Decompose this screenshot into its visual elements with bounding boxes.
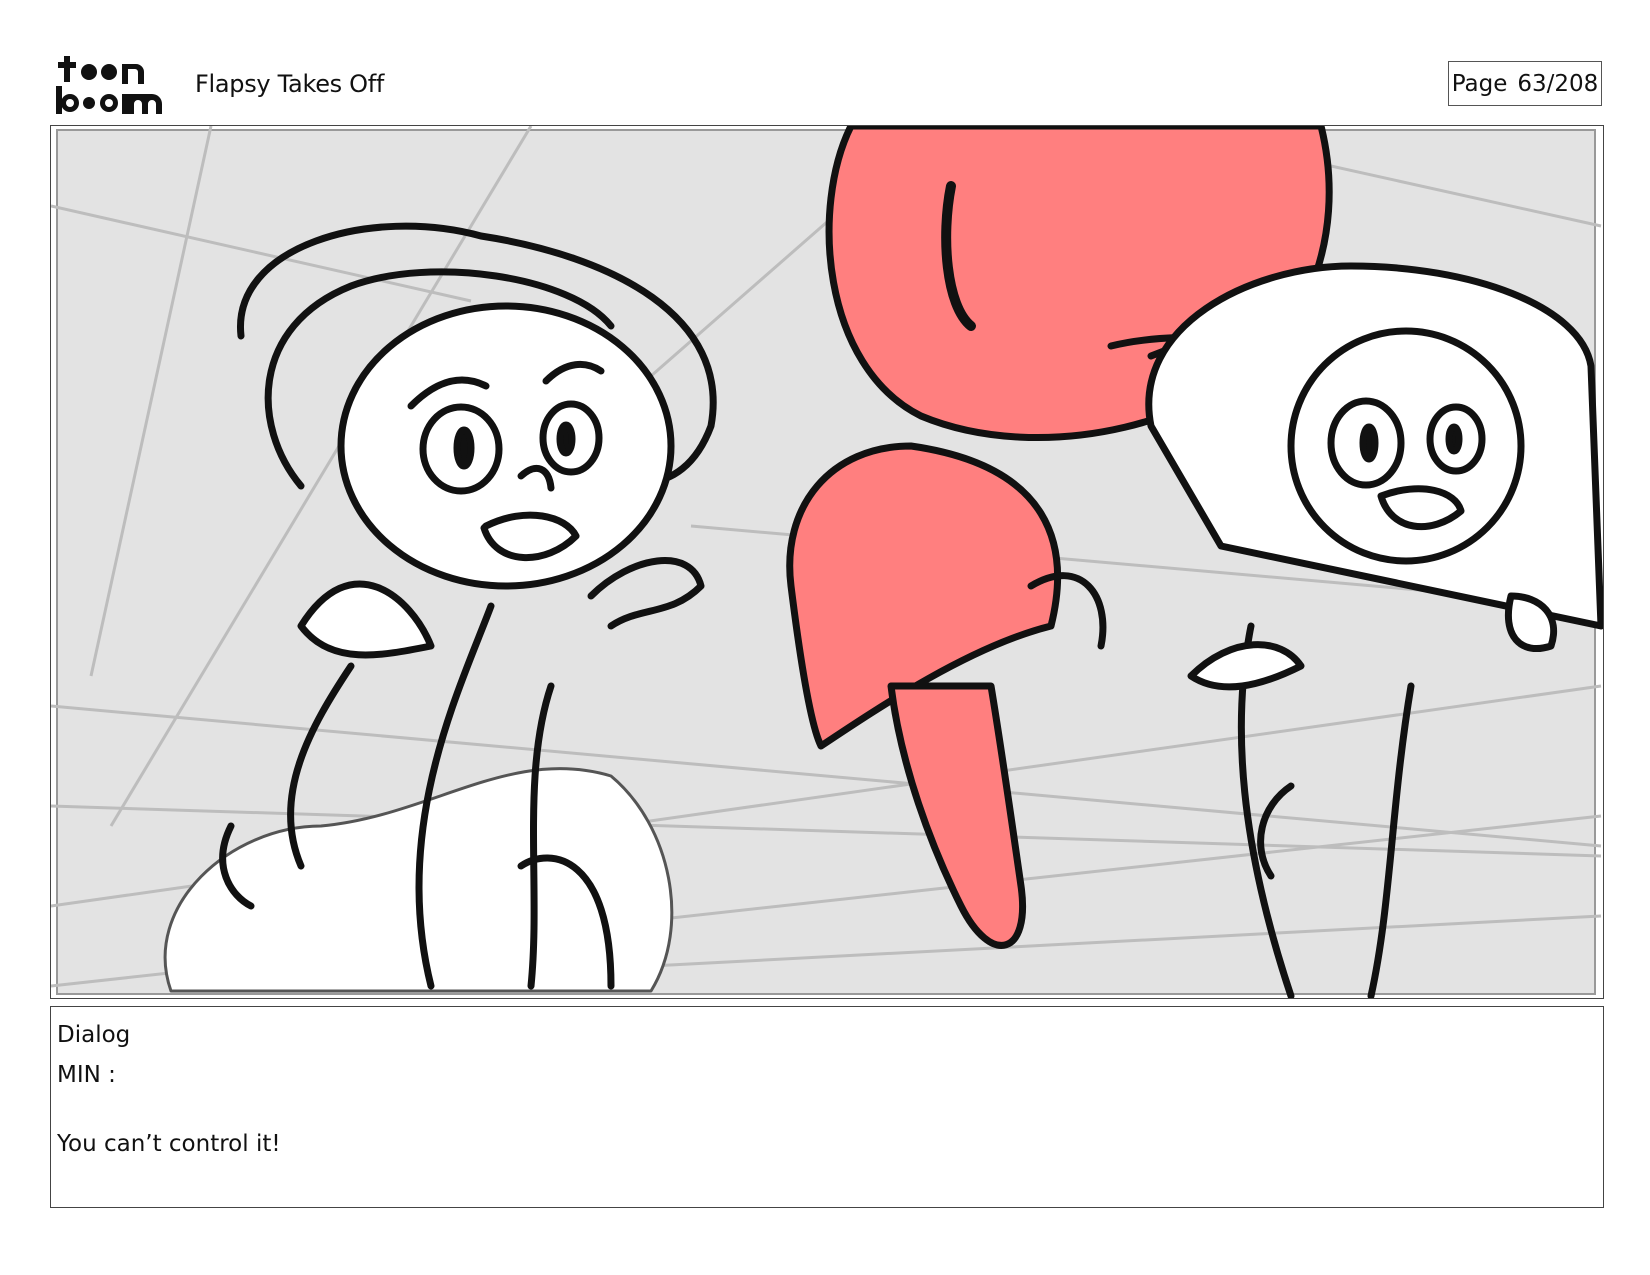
page-number: 63/208 xyxy=(1517,70,1599,97)
dialog-spacer xyxy=(57,1095,1597,1124)
toon-boom-logo xyxy=(56,56,162,114)
page-label: Page xyxy=(1451,70,1508,97)
panel-drawing xyxy=(51,126,1603,998)
dialog-heading: Dialog xyxy=(57,1022,131,1048)
dialog-line: You can’t control it! xyxy=(57,1131,281,1157)
storyboard-panel xyxy=(50,125,1604,999)
dialog-box: Dialog MIN : You can’t control it! xyxy=(50,1006,1604,1208)
project-title: Flapsy Takes Off xyxy=(195,70,385,98)
page-indicator: Page 63/208 xyxy=(1448,61,1602,106)
dialog-speaker: MIN : xyxy=(57,1062,116,1088)
